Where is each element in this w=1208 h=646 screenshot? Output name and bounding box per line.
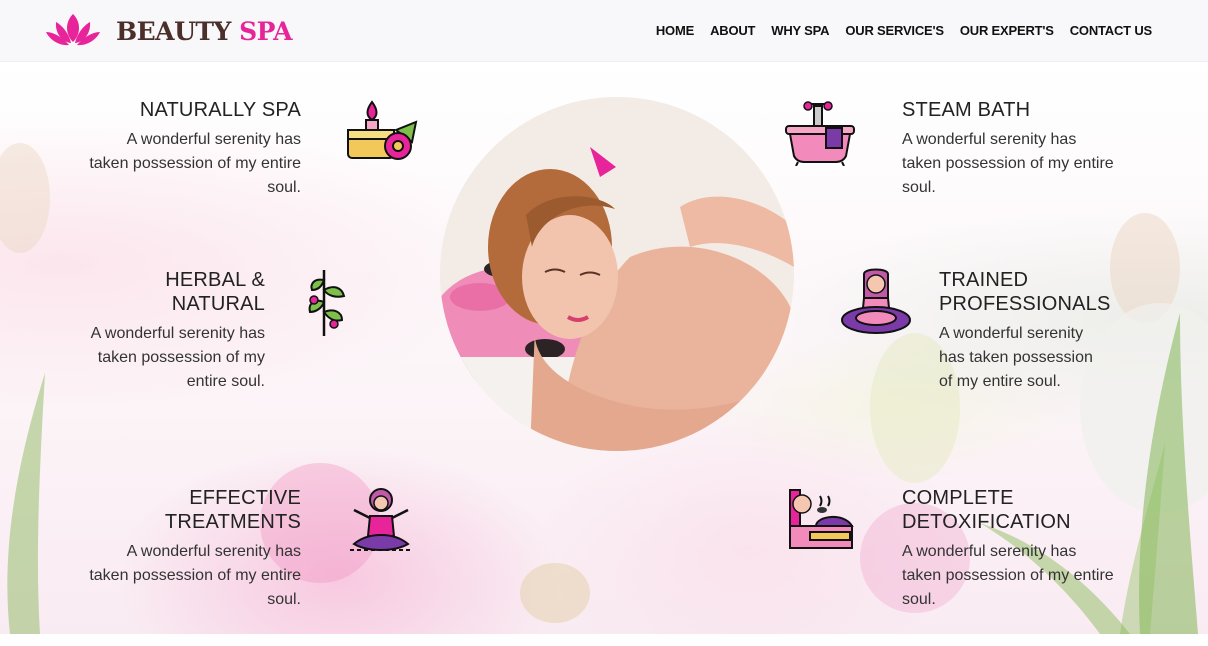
feature-effective-treatments: EFFECTIVE TREATMENTS A wonderful serenit… (86, 486, 301, 612)
page-footer-gap (0, 634, 1208, 646)
nav-our-services[interactable]: OUR SERVICE'S (845, 23, 944, 38)
massage-illustration (440, 97, 794, 451)
feature-text: A wonderful serenity has taken possessio… (89, 131, 301, 196)
feature-text: A wonderful serenity has taken possessio… (902, 543, 1114, 608)
nav-home[interactable]: HOME (656, 23, 694, 38)
feature-text: A wonderful serenity has taken possessio… (939, 325, 1093, 390)
nav-about[interactable]: ABOUT (710, 23, 755, 38)
feature-title: EFFECTIVE TREATMENTS (164, 487, 301, 533)
hot-stone-massage-icon (789, 489, 854, 549)
bg-leaf-left (7, 373, 45, 634)
bg-orb (1110, 213, 1180, 323)
candle-flower-icon (347, 100, 418, 160)
feature-naturally-spa: NATURALLY SPA A wonderful serenity has t… (86, 98, 301, 200)
lotus-icon (46, 14, 100, 46)
nav-our-experts[interactable]: OUR EXPERT'S (960, 23, 1054, 38)
feature-text: A wonderful serenity has taken possessio… (90, 325, 265, 390)
herb-branch-icon (308, 270, 346, 336)
feature-title: STEAM BATH (902, 99, 1031, 121)
feature-complete-detoxification: COMPLETE DETOXIFICATION A wonderful sere… (902, 486, 1117, 612)
main-nav: HOME ABOUT WHY SPA OUR SERVICE'S OUR EXP… (656, 23, 1152, 38)
yoga-woman-icon (841, 268, 911, 334)
feature-text: A wonderful serenity has taken possessio… (902, 131, 1114, 196)
feature-title: COMPLETE DETOXIFICATION (902, 487, 1071, 533)
bathtub-icon (785, 101, 855, 166)
brand-name-part1: BEAUTY (116, 16, 231, 46)
meditation-woman-icon (350, 488, 412, 551)
nav-contact-us[interactable]: CONTACT US (1070, 23, 1152, 38)
site-header: BEAUTY SPA HOME ABOUT WHY SPA OUR SERVIC… (0, 0, 1208, 62)
feature-title: HERBAL & NATURAL (165, 269, 265, 315)
feature-text: A wonderful serenity has taken possessio… (89, 543, 301, 608)
feature-steam-bath: STEAM BATH A wonderful serenity has take… (902, 98, 1117, 200)
brand-logo[interactable]: BEAUTY SPA (44, 12, 292, 50)
bg-wicker-ball (0, 143, 50, 253)
brand-name-part2: SPA (239, 16, 292, 46)
brand-name: BEAUTY SPA (116, 19, 292, 44)
feature-title: TRAINED PROFESSIONALS (939, 269, 1111, 315)
page: BEAUTY SPA HOME ABOUT WHY SPA OUR SERVIC… (0, 0, 1208, 646)
feature-trained-professionals: TRAINED PROFESSIONALS A wonderful sereni… (939, 268, 1111, 394)
nav-why-spa[interactable]: WHY SPA (771, 23, 829, 38)
bg-leaf-right (1120, 313, 1198, 634)
massage-photo (440, 97, 794, 451)
bg-candle (520, 563, 590, 623)
feature-title: NATURALLY SPA (139, 99, 301, 121)
feature-herbal-natural: HERBAL & NATURAL A wonderful serenity ha… (86, 268, 265, 394)
